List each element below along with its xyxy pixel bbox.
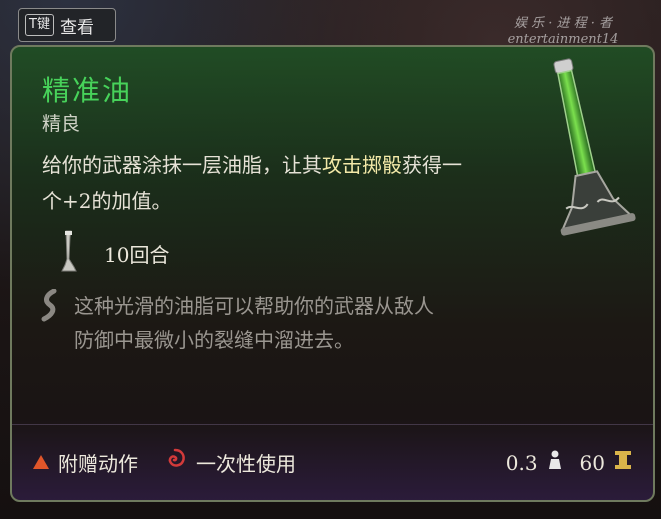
vial-duration-icon <box>56 229 82 277</box>
item-weight: 0.3 <box>506 449 564 476</box>
action-type-label: 附赠动作 <box>58 452 138 476</box>
hint-label: 查看 <box>59 17 94 38</box>
gold-coin-icon <box>613 449 633 476</box>
description-highlight: 攻击掷骰 <box>322 153 402 177</box>
description-text: 给你的武器涂抹一层油脂，让其 <box>42 153 322 177</box>
duration-text: 10回合 <box>104 242 170 267</box>
item-price: 60 <box>580 449 633 476</box>
inspect-hint-button[interactable]: T键 查看 <box>18 8 116 42</box>
action-type: 附赠动作 <box>32 448 138 477</box>
duration-row: 10回合 <box>56 229 169 277</box>
tooltip-footer: 附赠动作 一次性使用 0.3 60 <box>12 424 653 500</box>
usage-type-label: 一次性使用 <box>196 452 296 476</box>
watermark: 娱 乐 · 进 程 · 者 entertainment14 <box>478 16 648 48</box>
item-rarity: 精良 <box>42 113 81 135</box>
item-tooltip-panel: 精准油 精良 给你的武器涂抹一层油脂，让其攻击掷骰获得一个+2的加值。 10回合… <box>10 45 655 502</box>
single-use-swirl-icon <box>162 447 188 478</box>
usage-type: 一次性使用 <box>162 447 296 478</box>
price-value: 60 <box>579 450 605 475</box>
item-name: 精准油 <box>42 74 133 107</box>
flavor-row: 这种光滑的油脂可以帮助你的武器从敌人防御中最微小的裂缝中溜进去。 <box>40 288 444 357</box>
weight-value: 0.3 <box>505 450 538 475</box>
item-artwork-oil-vial-icon <box>532 53 642 247</box>
watermark-line1: 娱 乐 · 进 程 · 者 <box>513 16 613 31</box>
flavor-quote-icon <box>40 288 62 357</box>
flavor-text: 这种光滑的油脂可以帮助你的武器从敌人防御中最微小的裂缝中溜进去。 <box>74 294 434 352</box>
item-description: 给你的武器涂抹一层油脂，让其攻击掷骰获得一个+2的加值。 <box>42 147 472 219</box>
hint-key: T键 <box>25 14 54 36</box>
weight-icon <box>546 449 564 476</box>
bonus-action-triangle-icon <box>32 451 50 475</box>
